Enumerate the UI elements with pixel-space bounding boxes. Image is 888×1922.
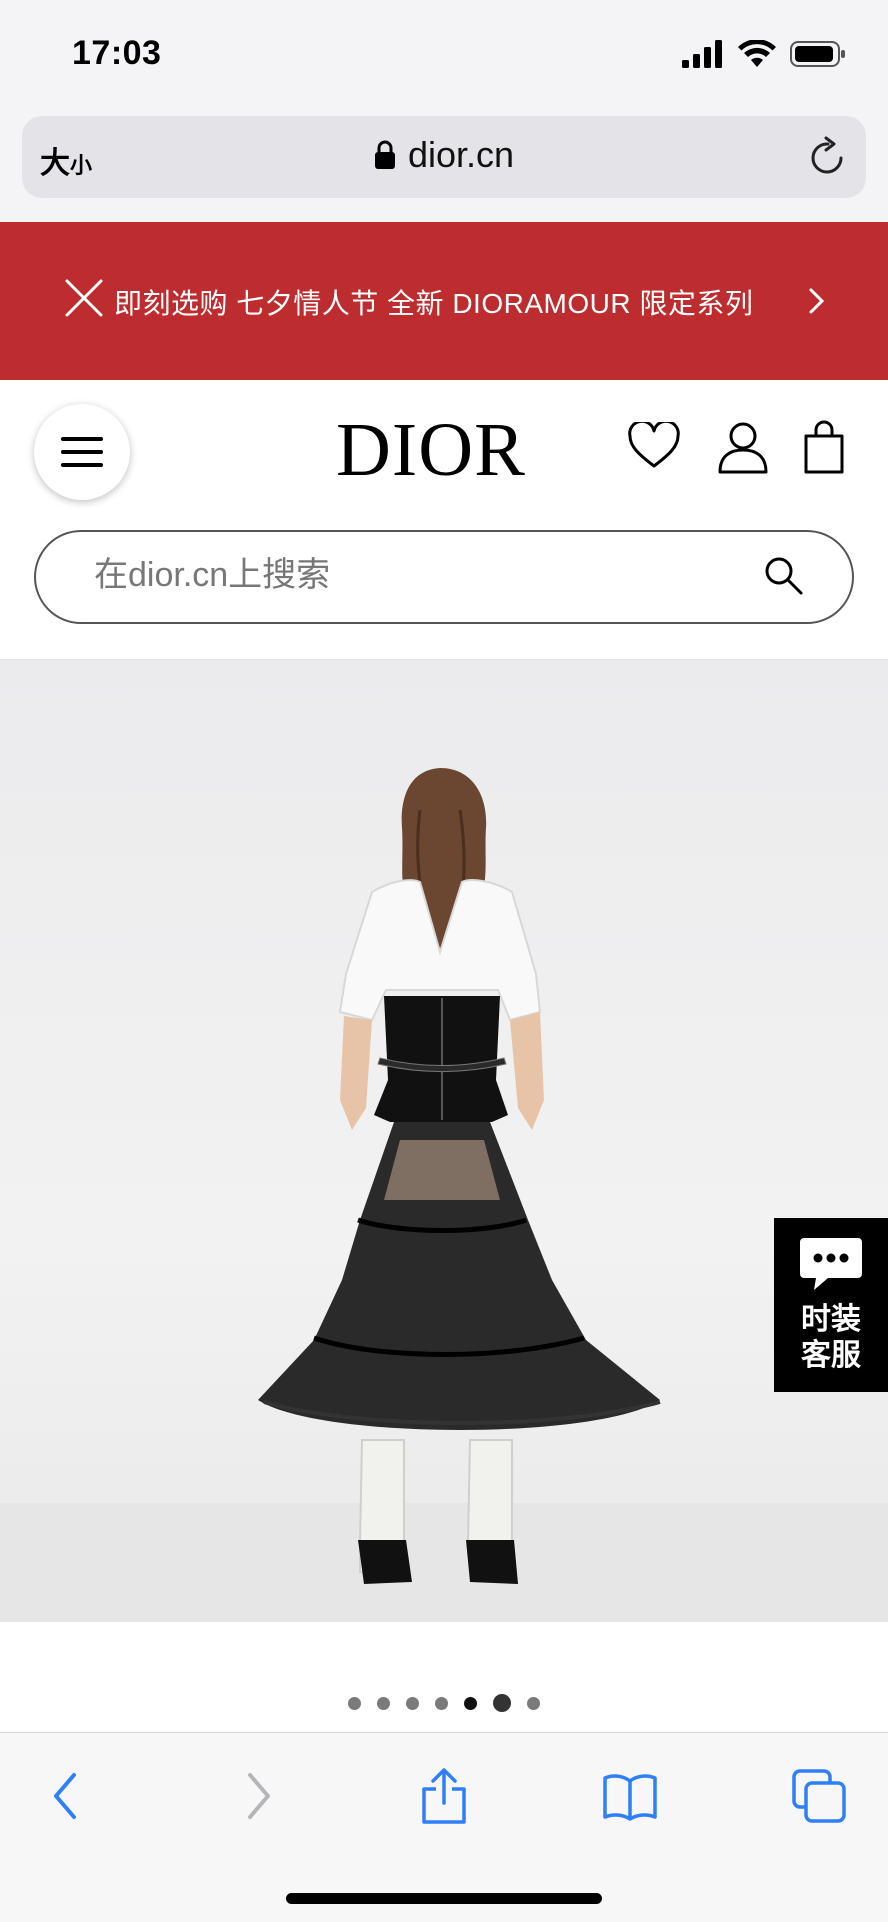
- promo-message[interactable]: 即刻选购 七夕情人节 全新 DIORAMOUR 限定系列: [114, 282, 753, 322]
- site-header: DIOR: [0, 380, 888, 660]
- carousel-dot[interactable]: [377, 1696, 390, 1710]
- chat-bubble-icon: [800, 1238, 862, 1290]
- model-figure: [258, 768, 661, 1584]
- address-bar[interactable]: 大小 dior.cn: [22, 116, 866, 198]
- signal-icon: [682, 40, 722, 68]
- shopping-bag-icon[interactable]: [802, 420, 846, 474]
- carousel-pagination: [0, 1622, 888, 1732]
- customer-service-chat-button[interactable]: 时装 客服: [774, 1218, 888, 1392]
- url-display[interactable]: dior.cn: [22, 134, 866, 176]
- product-image[interactable]: [0, 660, 888, 1622]
- user-icon[interactable]: [718, 422, 768, 474]
- share-icon[interactable]: [420, 1767, 468, 1825]
- search-box[interactable]: [34, 530, 854, 624]
- chat-label-line1: 时装: [801, 1303, 861, 1336]
- heart-icon[interactable]: [628, 422, 680, 470]
- browser-toolbar: [0, 1732, 888, 1922]
- status-time: 17:03: [72, 34, 162, 72]
- bookmarks-icon[interactable]: [602, 1773, 658, 1821]
- search-input[interactable]: [94, 556, 734, 595]
- menu-button[interactable]: [34, 404, 130, 500]
- reload-icon[interactable]: [808, 136, 848, 178]
- hamburger-menu-icon: [61, 437, 103, 467]
- forward-icon[interactable]: [244, 1771, 274, 1821]
- carousel-dot[interactable]: [527, 1696, 540, 1710]
- carousel-dot[interactable]: [464, 1696, 477, 1710]
- carousel-dots: [0, 1694, 888, 1712]
- carousel-dot[interactable]: [348, 1696, 361, 1710]
- status-icons: [682, 40, 846, 68]
- close-icon[interactable]: [64, 278, 104, 318]
- tabs-icon[interactable]: [792, 1769, 846, 1823]
- chat-label: 时装 客服: [774, 1302, 888, 1374]
- chevron-right-icon[interactable]: [808, 286, 826, 316]
- battery-icon: [790, 41, 845, 67]
- dior-logo[interactable]: DIOR: [336, 412, 526, 488]
- home-indicator[interactable]: [286, 1893, 602, 1904]
- url-text: dior.cn: [407, 134, 515, 175]
- back-icon[interactable]: [50, 1771, 80, 1821]
- carousel-dot[interactable]: [406, 1696, 419, 1710]
- carousel-dot[interactable]: [435, 1696, 448, 1710]
- carousel-dot[interactable]: [493, 1694, 511, 1712]
- status-bar: 17:03: [0, 0, 888, 112]
- promo-banner[interactable]: 即刻选购 七夕情人节 全新 DIORAMOUR 限定系列: [0, 222, 888, 380]
- search-icon[interactable]: [764, 556, 804, 596]
- wifi-icon: [738, 40, 776, 67]
- lock-icon: [374, 140, 395, 169]
- chat-label-line2: 客服: [801, 1339, 861, 1372]
